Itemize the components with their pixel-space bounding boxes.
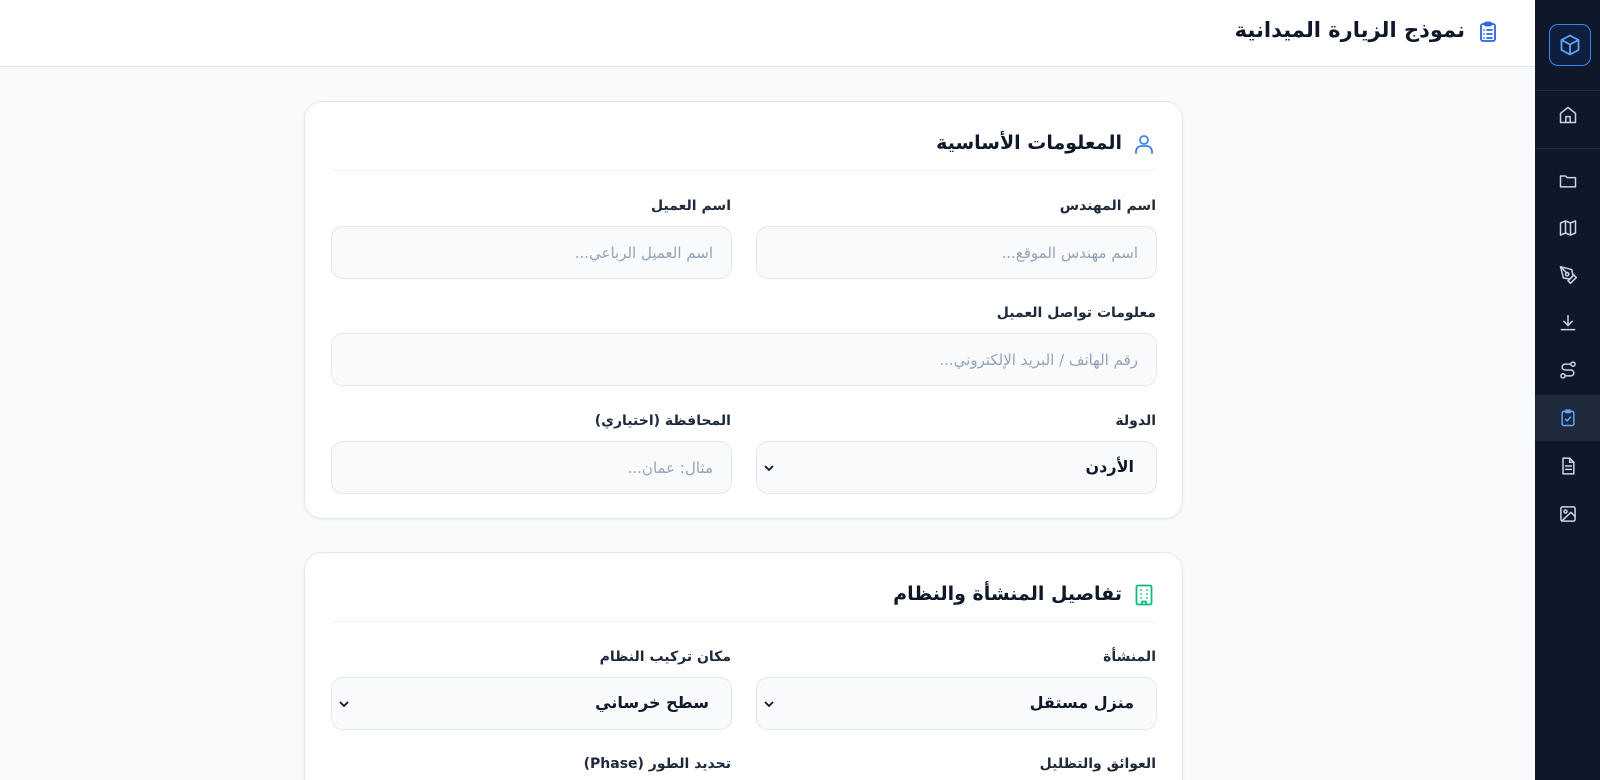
nav-projects[interactable] bbox=[1535, 158, 1600, 204]
client-name-input[interactable] bbox=[331, 226, 732, 279]
governorate-input[interactable] bbox=[331, 441, 732, 494]
client-contact-label: معلومات تواصل العميل bbox=[996, 305, 1156, 321]
chevron-down-icon bbox=[764, 465, 774, 471]
route-icon bbox=[1559, 361, 1576, 379]
nav-reports[interactable] bbox=[1535, 443, 1600, 489]
phase-label: تحديد الطور (Phase) bbox=[583, 756, 731, 772]
client-name-label: اسم العميل bbox=[651, 198, 731, 214]
building-icon bbox=[1135, 584, 1153, 606]
nav-download[interactable] bbox=[1535, 300, 1600, 346]
sidebar-divider bbox=[1535, 148, 1600, 149]
app-logo[interactable] bbox=[1549, 24, 1591, 66]
nav-route[interactable] bbox=[1535, 347, 1600, 393]
facility-card: تفاصيل المنشأة والنظام المنشأة منزل مستق… bbox=[304, 552, 1183, 780]
map-icon bbox=[1559, 220, 1576, 236]
sidebar bbox=[1535, 0, 1600, 780]
user-icon bbox=[1135, 135, 1153, 154]
nav-home[interactable] bbox=[1535, 92, 1600, 138]
engineer-name-label: اسم المهندس bbox=[1059, 198, 1156, 214]
chevron-down-icon bbox=[339, 701, 349, 707]
clipboard-check-icon bbox=[1560, 409, 1575, 427]
client-contact-input[interactable] bbox=[331, 333, 1157, 386]
install-location-value: سطح خرساني bbox=[595, 693, 709, 712]
country-label: الدولة bbox=[1115, 413, 1156, 429]
nav-gallery[interactable] bbox=[1535, 491, 1600, 537]
install-location-select[interactable]: سطح خرساني bbox=[331, 677, 732, 730]
nav-design[interactable] bbox=[1535, 252, 1600, 298]
governorate-label: المحافظة (اختياري) bbox=[594, 413, 731, 429]
nav-map[interactable] bbox=[1535, 205, 1600, 251]
top-header: نموذج الزيارة الميدانية bbox=[0, 0, 1535, 67]
image-icon bbox=[1559, 506, 1576, 522]
pen-tool-icon bbox=[1559, 265, 1577, 285]
cube-icon bbox=[1560, 34, 1580, 56]
card-divider bbox=[331, 170, 1156, 171]
nav-site-visit[interactable] bbox=[1535, 395, 1600, 441]
home-icon bbox=[1559, 106, 1576, 124]
page-title: نموذج الزيارة الميدانية bbox=[1234, 18, 1465, 42]
basic-info-card: المعلومات الأساسية اسم المهندس اسم العمي… bbox=[304, 101, 1183, 519]
download-icon bbox=[1560, 314, 1575, 331]
folder-icon bbox=[1559, 175, 1576, 188]
country-value: الأردن bbox=[1085, 457, 1134, 476]
country-select[interactable]: الأردن bbox=[756, 441, 1157, 494]
sidebar-divider bbox=[1535, 90, 1600, 91]
clipboard-list-icon bbox=[1480, 21, 1496, 42]
card-divider bbox=[331, 621, 1156, 622]
engineer-name-input[interactable] bbox=[756, 226, 1157, 279]
facility-title: تفاصيل المنشأة والنظام bbox=[893, 583, 1122, 605]
facility-type-label: المنشأة bbox=[1103, 649, 1156, 665]
obstacles-label: العوائق والتظليل bbox=[1039, 756, 1156, 772]
file-text-icon bbox=[1561, 457, 1575, 475]
facility-type-select[interactable]: منزل مستقل bbox=[756, 677, 1157, 730]
install-location-label: مكان تركيب النظام bbox=[599, 649, 731, 665]
chevron-down-icon bbox=[764, 701, 774, 707]
facility-type-value: منزل مستقل bbox=[1029, 693, 1134, 712]
basic-info-title: المعلومات الأساسية bbox=[936, 132, 1122, 154]
